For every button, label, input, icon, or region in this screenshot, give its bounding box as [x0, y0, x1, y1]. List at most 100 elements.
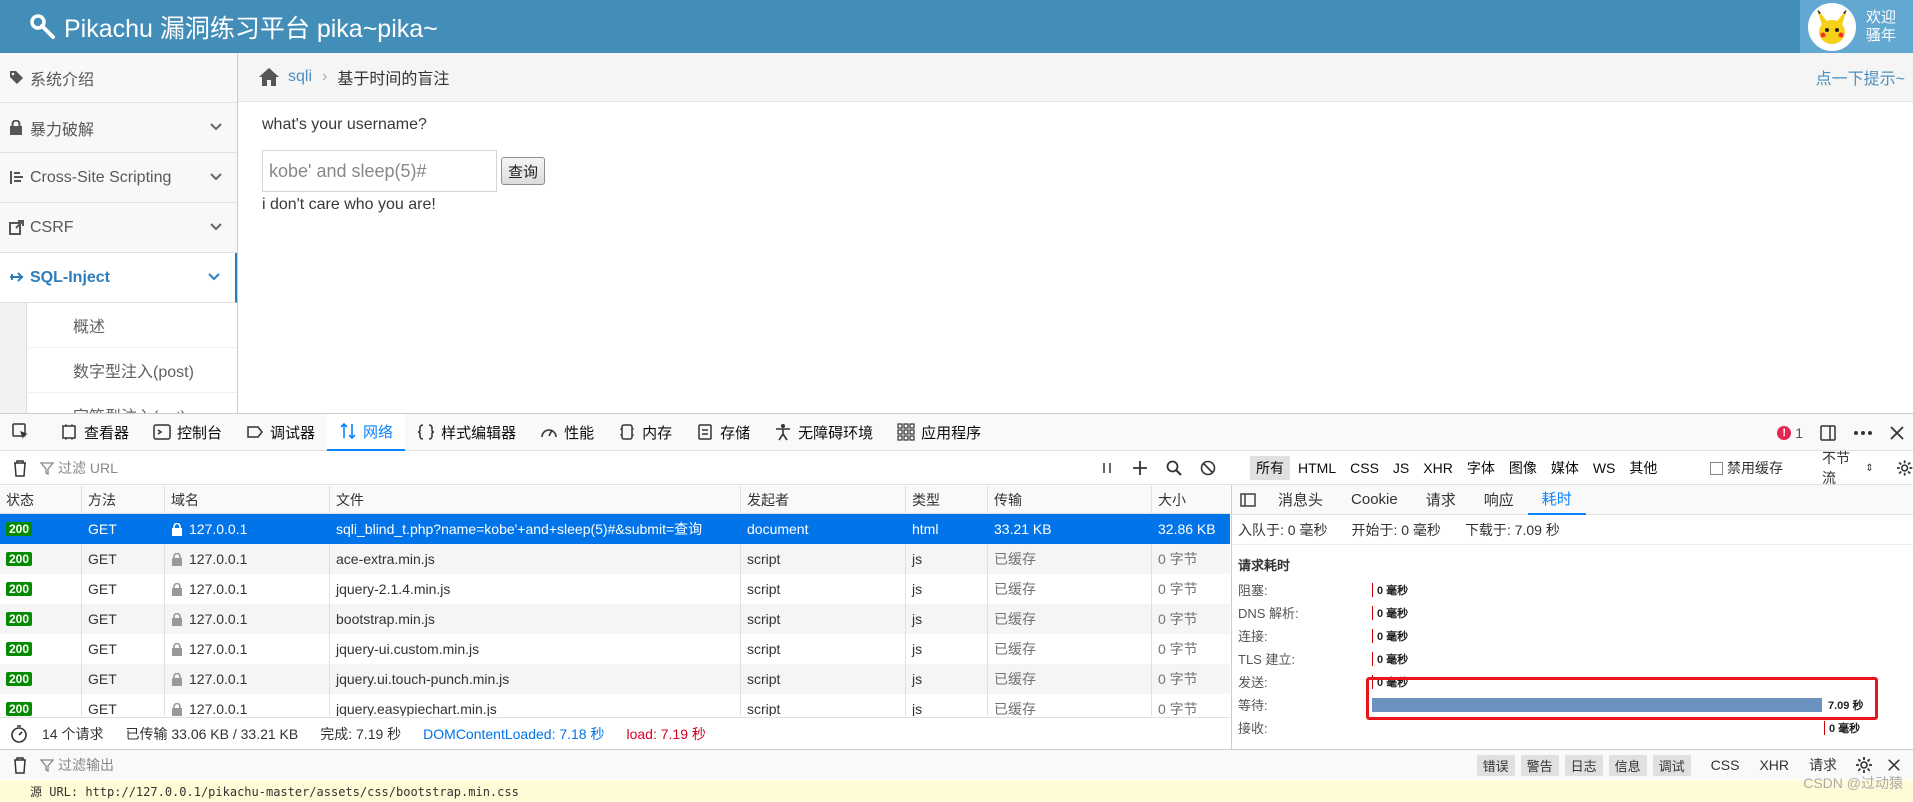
sidebar-subitem-char-get[interactable]: 字符型注入(get) [26, 393, 237, 413]
filter-all[interactable]: 所有 [1250, 456, 1290, 480]
console-close-icon[interactable] [1887, 758, 1901, 772]
filter-ws[interactable]: WS [1587, 458, 1622, 478]
breadcrumb-parent-link[interactable]: sqli [288, 68, 312, 86]
disable-cache-checkbox[interactable]: 禁用缓存 [1710, 451, 1783, 485]
sidebar-item-sqli[interactable]: SQL-Inject [0, 253, 237, 303]
tab-application[interactable]: 应用程序 [885, 414, 993, 451]
level-debug[interactable]: 调试 [1652, 754, 1691, 776]
element-picker-button[interactable] [0, 414, 48, 451]
table-row[interactable]: 200 GET 127.0.0.1 jquery-2.1.4.min.js script… [0, 574, 1230, 604]
tab-storage[interactable]: 存储 [684, 414, 762, 451]
sidebar-item-intro[interactable]: 系统介绍 [0, 53, 237, 103]
tab-memory[interactable]: 内存 [606, 414, 684, 451]
filter-other[interactable]: 其他 [1623, 456, 1663, 480]
col-domain[interactable]: 域名 [165, 486, 330, 513]
col-transferred[interactable]: 传输 [988, 486, 1152, 513]
pause-icon[interactable] [1100, 461, 1114, 475]
timing-value: 7.09 秒 [1828, 699, 1864, 712]
cell: 0 字节 [1152, 574, 1230, 604]
level-errors[interactable]: 错误 [1476, 754, 1515, 776]
transferred-total: 已传输 33.06 KB / 33.21 KB [125, 725, 299, 742]
filter-js[interactable]: JS [1387, 458, 1415, 478]
filter-images[interactable]: 图像 [1503, 456, 1543, 480]
user-menu[interactable]: 欢迎 骚年 [1800, 0, 1913, 53]
filter-xhr[interactable]: XHR [1417, 458, 1459, 478]
table-row[interactable]: 200 GET 127.0.0.1 sqli_blind_t.php?name=kob… [0, 514, 1230, 544]
domain: 127.0.0.1 [189, 701, 248, 716]
table-row[interactable]: 200 GET 127.0.0.1 bootstrap.min.js script js 已… [0, 604, 1230, 634]
home-icon[interactable] [258, 67, 280, 87]
dock-icon[interactable] [1819, 424, 1837, 442]
console-settings-icon[interactable] [1855, 756, 1873, 774]
lock-icon [171, 672, 183, 686]
console-css-toggle[interactable]: CSS [1711, 757, 1740, 773]
console-message: 源 URL: http://127.0.0.1/pikachu-master/a… [0, 780, 1913, 802]
tab-network[interactable]: 网络 [327, 413, 406, 451]
sidebar-item-bruteforce[interactable]: 暴力破解 [0, 103, 237, 153]
accessibility-icon [774, 423, 792, 441]
console-requests-toggle[interactable]: 请求 [1809, 755, 1837, 775]
picker-icon [12, 423, 30, 441]
block-icon[interactable] [1200, 460, 1216, 476]
throttle-select[interactable]: 不节流 ⇕ [1822, 450, 1913, 486]
trash-icon[interactable] [12, 459, 28, 477]
add-icon[interactable] [1132, 460, 1148, 476]
cell: js [906, 544, 988, 574]
filter-fonts[interactable]: 字体 [1461, 456, 1501, 480]
lock-icon [171, 612, 183, 626]
tab-debugger[interactable]: 调试器 [234, 414, 327, 451]
brand[interactable]: Pikachu 漏洞练习平台 pika~pika~ [30, 9, 438, 45]
console-xhr-toggle[interactable]: XHR [1759, 757, 1789, 773]
tab-response[interactable]: 响应 [1470, 485, 1528, 515]
sidebar-subitem-numeric-post[interactable]: 数字型注入(post) [26, 348, 237, 393]
level-logs[interactable]: 日志 [1564, 754, 1603, 776]
tab-console[interactable]: 控制台 [141, 414, 234, 451]
tab-performance[interactable]: 性能 [528, 414, 606, 451]
col-type[interactable]: 类型 [906, 486, 988, 513]
hint-link[interactable]: 点一下提示~ [1816, 65, 1905, 89]
lock-icon [171, 582, 183, 596]
search-icon[interactable] [1166, 460, 1182, 476]
table-row[interactable]: 200 GET 127.0.0.1 jquery.easypiechart.min.j… [0, 694, 1230, 716]
level-warnings[interactable]: 警告 [1520, 754, 1559, 776]
close-icon[interactable] [1889, 425, 1905, 441]
sidebar-item-xss[interactable]: Cross-Site Scripting [0, 153, 237, 203]
tab-inspector[interactable]: 查看器 [48, 414, 141, 451]
domain: 127.0.0.1 [189, 521, 248, 537]
toggle-sidebar-icon[interactable] [1240, 492, 1256, 508]
tab-timings[interactable]: 耗时 [1527, 485, 1586, 515]
table-row[interactable]: 200 GET 127.0.0.1 ace-extra.min.js script js 已… [0, 544, 1230, 574]
trash-icon[interactable] [12, 756, 28, 774]
filter-html[interactable]: HTML [1292, 458, 1342, 478]
domcontentloaded-time: DOMContentLoaded: 7.18 秒 [423, 725, 605, 742]
error-count-badge[interactable]: ! 1 [1777, 425, 1803, 441]
settings-gear-icon[interactable] [1896, 459, 1913, 477]
col-size[interactable]: 大小 [1152, 486, 1230, 513]
initiator: script [747, 701, 781, 716]
sidebar-item-csrf[interactable]: CSRF [0, 203, 237, 253]
timing-row: 阻塞: 0 毫秒 [1232, 578, 1913, 601]
sidebar-subitem-overview[interactable]: 概述 [26, 303, 237, 348]
col-status[interactable]: 状态 [0, 486, 82, 513]
filter-css[interactable]: CSS [1344, 458, 1385, 478]
query-button[interactable]: 查询 [501, 157, 546, 185]
tab-request[interactable]: 请求 [1412, 485, 1470, 515]
tab-cookies[interactable]: Cookie [1337, 485, 1412, 515]
col-method[interactable]: 方法 [82, 486, 165, 513]
cell: 0 字节 [1152, 634, 1230, 664]
console-filter-input[interactable]: 过滤输出 [40, 755, 114, 775]
more-options-icon[interactable] [1853, 424, 1873, 442]
col-initiator[interactable]: 发起者 [741, 486, 906, 513]
domain: 127.0.0.1 [189, 551, 248, 567]
filter-media[interactable]: 媒体 [1545, 456, 1585, 480]
url-filter-input[interactable]: 过滤 URL [40, 458, 118, 478]
tab-accessibility[interactable]: 无障碍环境 [762, 414, 885, 451]
table-row[interactable]: 200 GET 127.0.0.1 jquery-ui.custom.min.js sc… [0, 634, 1230, 664]
table-row[interactable]: 200 GET 127.0.0.1 jquery.ui.touch-punch.min… [0, 664, 1230, 694]
tab-headers[interactable]: 消息头 [1264, 485, 1337, 515]
username-input[interactable]: kobe' and sleep(5)# [262, 150, 497, 192]
tab-style-editor[interactable]: 样式编辑器 [405, 414, 528, 451]
col-file[interactable]: 文件 [330, 486, 741, 513]
initiator: script [747, 671, 781, 687]
level-info[interactable]: 信息 [1608, 754, 1647, 776]
